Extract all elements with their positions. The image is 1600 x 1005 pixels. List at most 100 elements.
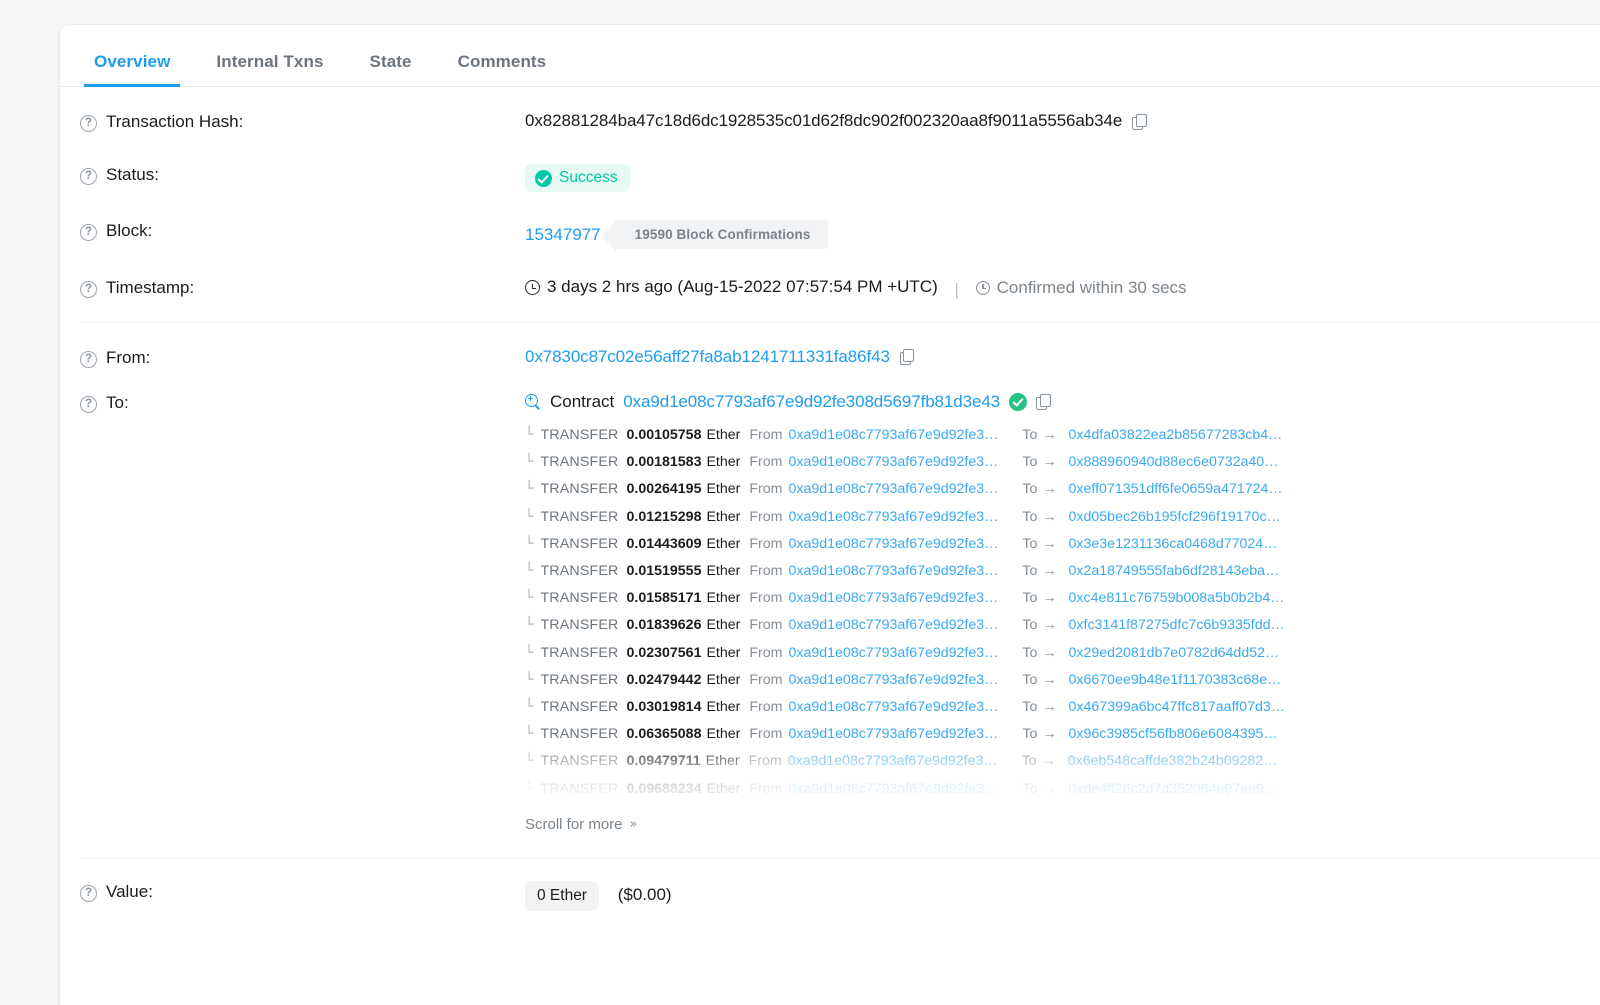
to-value-cell: Contract 0xa9d1e08c7793af67e9d92fe308d56… xyxy=(525,392,1600,834)
transfer-keyword: TRANSFER xyxy=(540,563,619,580)
transfer-to-address[interactable]: 0xeff071351dff6fe0659a471724… xyxy=(1069,481,1283,497)
help-icon[interactable]: ? xyxy=(80,115,97,132)
transfer-row: └ TRANSFER 0.00181583 Ether From 0xa9d1e08c77… xyxy=(525,449,1600,476)
arrow-right-icon: → xyxy=(1042,726,1057,743)
arrow-right-icon: → xyxy=(1042,617,1057,634)
transfer-to-label: To xyxy=(1022,535,1038,552)
transfer-keyword: TRANSFER xyxy=(540,590,619,607)
transfer-row: └ TRANSFER 0.00105758 Ether From 0xa9d1e08c77… xyxy=(525,422,1600,449)
block-value-cell: 15347977 19590 Block Confirmations xyxy=(525,220,1600,252)
tree-corner-icon: └ xyxy=(525,481,534,498)
transfer-to-address[interactable]: 0x96c3985cf56fb806e6084395… xyxy=(1069,726,1278,742)
transfer-to-address[interactable]: 0x3e3e1231136ca0468d77024… xyxy=(1069,536,1278,552)
transfer-from-address[interactable]: 0xa9d1e08c7793af67e9d92fe3… xyxy=(789,427,999,443)
transfer-to-address[interactable]: 0x6670ee9b48e1f1170383c68e… xyxy=(1069,672,1282,688)
status-badge-label: Success xyxy=(559,169,618,186)
transfer-from-address[interactable]: 0xa9d1e08c7793af67e9d92fe3… xyxy=(789,617,999,633)
transfer-from-address[interactable]: 0xa9d1e08c7793af67e9d92fe3… xyxy=(789,699,999,715)
to-contract-address-link[interactable]: 0xa9d1e08c7793af67e9d92fe308d5697fb81d3e… xyxy=(623,392,1000,412)
scroll-for-more-button[interactable]: Scroll for more » xyxy=(525,816,638,833)
transfer-to-address[interactable]: 0x2a18749555fab6df28143eba… xyxy=(1069,563,1280,579)
check-circle-icon xyxy=(535,169,552,187)
transfer-from-address[interactable]: 0xa9d1e08c7793af67e9d92fe3… xyxy=(789,645,999,661)
chevron-down-icon: » xyxy=(629,816,638,832)
transfer-to-address[interactable]: 0x888960940d88ec6e0732a40… xyxy=(1069,454,1279,470)
timestamp-value: 3 days 2 hrs ago (Aug-15-2022 07:57:54 P… xyxy=(547,277,938,296)
arrow-right-icon: → xyxy=(1042,563,1057,580)
tab-state[interactable]: State xyxy=(360,52,422,86)
timestamp-separator: | xyxy=(954,279,959,299)
timestamp-value-cell: 3 days 2 hrs ago (Aug-15-2022 07:57:54 P… xyxy=(525,277,1600,300)
transfer-from-address[interactable]: 0xa9d1e08c7793af67e9d92fe3… xyxy=(788,753,998,769)
tree-corner-icon: └ xyxy=(525,780,534,797)
magnifier-plus-icon[interactable] xyxy=(525,393,541,410)
transfer-currency: Ether xyxy=(706,644,741,661)
transfer-to-address[interactable]: 0x6eb548caffde382b24b09282… xyxy=(1068,753,1278,769)
transfer-to-address[interactable]: 0xc4e811c76759b008a5b0b2b4… xyxy=(1069,590,1285,606)
transfer-to-address[interactable]: 0x29ed2081db7e0782d64dd52… xyxy=(1069,645,1280,661)
block-confirmations-badge: 19590 Block Confirmations xyxy=(601,220,829,252)
transfer-from-address[interactable]: 0xa9d1e08c7793af67e9d92fe3… xyxy=(789,481,999,497)
internal-transfers-list[interactable]: └ TRANSFER 0.00105758 Ether From 0xa9d1e08c77… xyxy=(525,422,1600,812)
transfer-amount: 0.01585171 xyxy=(626,590,702,607)
help-icon[interactable]: ? xyxy=(80,224,97,241)
block-number-link[interactable]: 15347977 xyxy=(525,225,601,245)
transaction-details-card: Overview Internal Txns State Comments ? … xyxy=(60,25,1600,1005)
tab-overview[interactable]: Overview xyxy=(84,52,181,87)
transfer-row: └ TRANSFER 0.06365088 Ether From 0xa9d1e08c77… xyxy=(525,721,1600,748)
transfer-to-group: To → 0xd05bec26b195fcf296f19170c… xyxy=(1022,509,1280,525)
transfer-from-address[interactable]: 0xa9d1e08c7793af67e9d92fe3… xyxy=(789,509,999,525)
transfer-from-label: From xyxy=(749,590,783,607)
help-icon[interactable]: ? xyxy=(80,281,97,298)
row-block: ? Block: 15347977 19590 Block Confirmati… xyxy=(80,206,1600,263)
transfer-row: └ TRANSFER 0.02479442 Ether From 0xa9d1e08c77… xyxy=(525,666,1600,693)
timestamp-label-cell: ? Timestamp: xyxy=(80,277,525,298)
transfer-amount: 0.03019814 xyxy=(626,698,702,715)
scroll-for-more-label: Scroll for more xyxy=(525,815,623,833)
transfer-to-label: To xyxy=(1022,698,1038,715)
transfer-to-address[interactable]: 0xfc3141f87275dfc7c6b9335fdd… xyxy=(1069,617,1285,633)
copy-icon[interactable] xyxy=(1036,394,1051,410)
transfer-to-group: To → 0x6eb548caffde382b24b09282… xyxy=(1022,753,1278,769)
transfer-row: └ TRANSFER 0.01839626 Ether From 0xa9d1e08c77… xyxy=(525,612,1600,639)
help-icon[interactable]: ? xyxy=(80,168,97,185)
transfer-keyword: TRANSFER xyxy=(540,698,619,715)
tab-internal-txns[interactable]: Internal Txns xyxy=(206,52,333,86)
transfer-to-address[interactable]: 0xd05bec26b195fcf296f19170c… xyxy=(1069,509,1281,525)
transfer-to-address[interactable]: 0xde4ff26c2d7d352064e97ee9… xyxy=(1069,781,1279,797)
transaction-hash-label-cell: ? Transaction Hash: xyxy=(80,111,525,132)
transfer-from-address[interactable]: 0xa9d1e08c7793af67e9d92fe3… xyxy=(789,563,999,579)
transfer-to-address[interactable]: 0x467399a6bc47ffc817aaff07d3… xyxy=(1069,699,1285,715)
transfer-from-address[interactable]: 0xa9d1e08c7793af67e9d92fe3… xyxy=(789,781,999,797)
transfer-from-address[interactable]: 0xa9d1e08c7793af67e9d92fe3… xyxy=(789,536,999,552)
transfer-currency: Ether xyxy=(706,698,741,715)
tab-comments[interactable]: Comments xyxy=(448,52,557,86)
transfer-from-address[interactable]: 0xa9d1e08c7793af67e9d92fe3… xyxy=(789,590,999,606)
help-icon[interactable]: ? xyxy=(80,350,97,368)
transfer-from-label: From xyxy=(749,644,783,661)
copy-icon[interactable] xyxy=(899,349,915,365)
copy-icon[interactable] xyxy=(1132,113,1147,130)
transfer-from-label: From xyxy=(749,671,783,688)
row-from: ? From: 0x7830c87c02e56aff27fa8ab1241711… xyxy=(80,321,1600,380)
transfer-from-label: From xyxy=(749,508,783,525)
transfer-amount: 0.01443609 xyxy=(626,535,702,552)
from-address-link[interactable]: 0x7830c87c02e56aff27fa8ab1241711331fa86f… xyxy=(525,347,890,367)
arrow-right-icon: → xyxy=(1042,508,1057,525)
transfer-from-address[interactable]: 0xa9d1e08c7793af67e9d92fe3… xyxy=(789,672,999,688)
tree-corner-icon: └ xyxy=(525,563,534,580)
transfer-from-address[interactable]: 0xa9d1e08c7793af67e9d92fe3… xyxy=(789,726,999,742)
arrow-right-icon: → xyxy=(1042,590,1057,607)
transfer-currency: Ether xyxy=(706,481,741,498)
to-label: To: xyxy=(106,392,129,412)
transfer-amount: 0.02479442 xyxy=(626,671,702,688)
transfer-to-address[interactable]: 0x4dfa03822ea2b85677283cb4… xyxy=(1069,427,1283,443)
help-icon[interactable]: ? xyxy=(80,884,97,902)
tree-corner-icon: └ xyxy=(525,644,534,661)
arrow-right-icon: → xyxy=(1041,753,1056,770)
transfer-from-address[interactable]: 0xa9d1e08c7793af67e9d92fe3… xyxy=(789,454,999,470)
transfer-keyword: TRANSFER xyxy=(540,726,619,743)
transfer-row: └ TRANSFER 0.02307561 Ether From 0xa9d1e08c77… xyxy=(525,639,1600,666)
help-icon[interactable]: ? xyxy=(80,395,97,413)
transfer-to-group: To → 0xde4ff26c2d7d352064e97ee9… xyxy=(1022,781,1278,797)
